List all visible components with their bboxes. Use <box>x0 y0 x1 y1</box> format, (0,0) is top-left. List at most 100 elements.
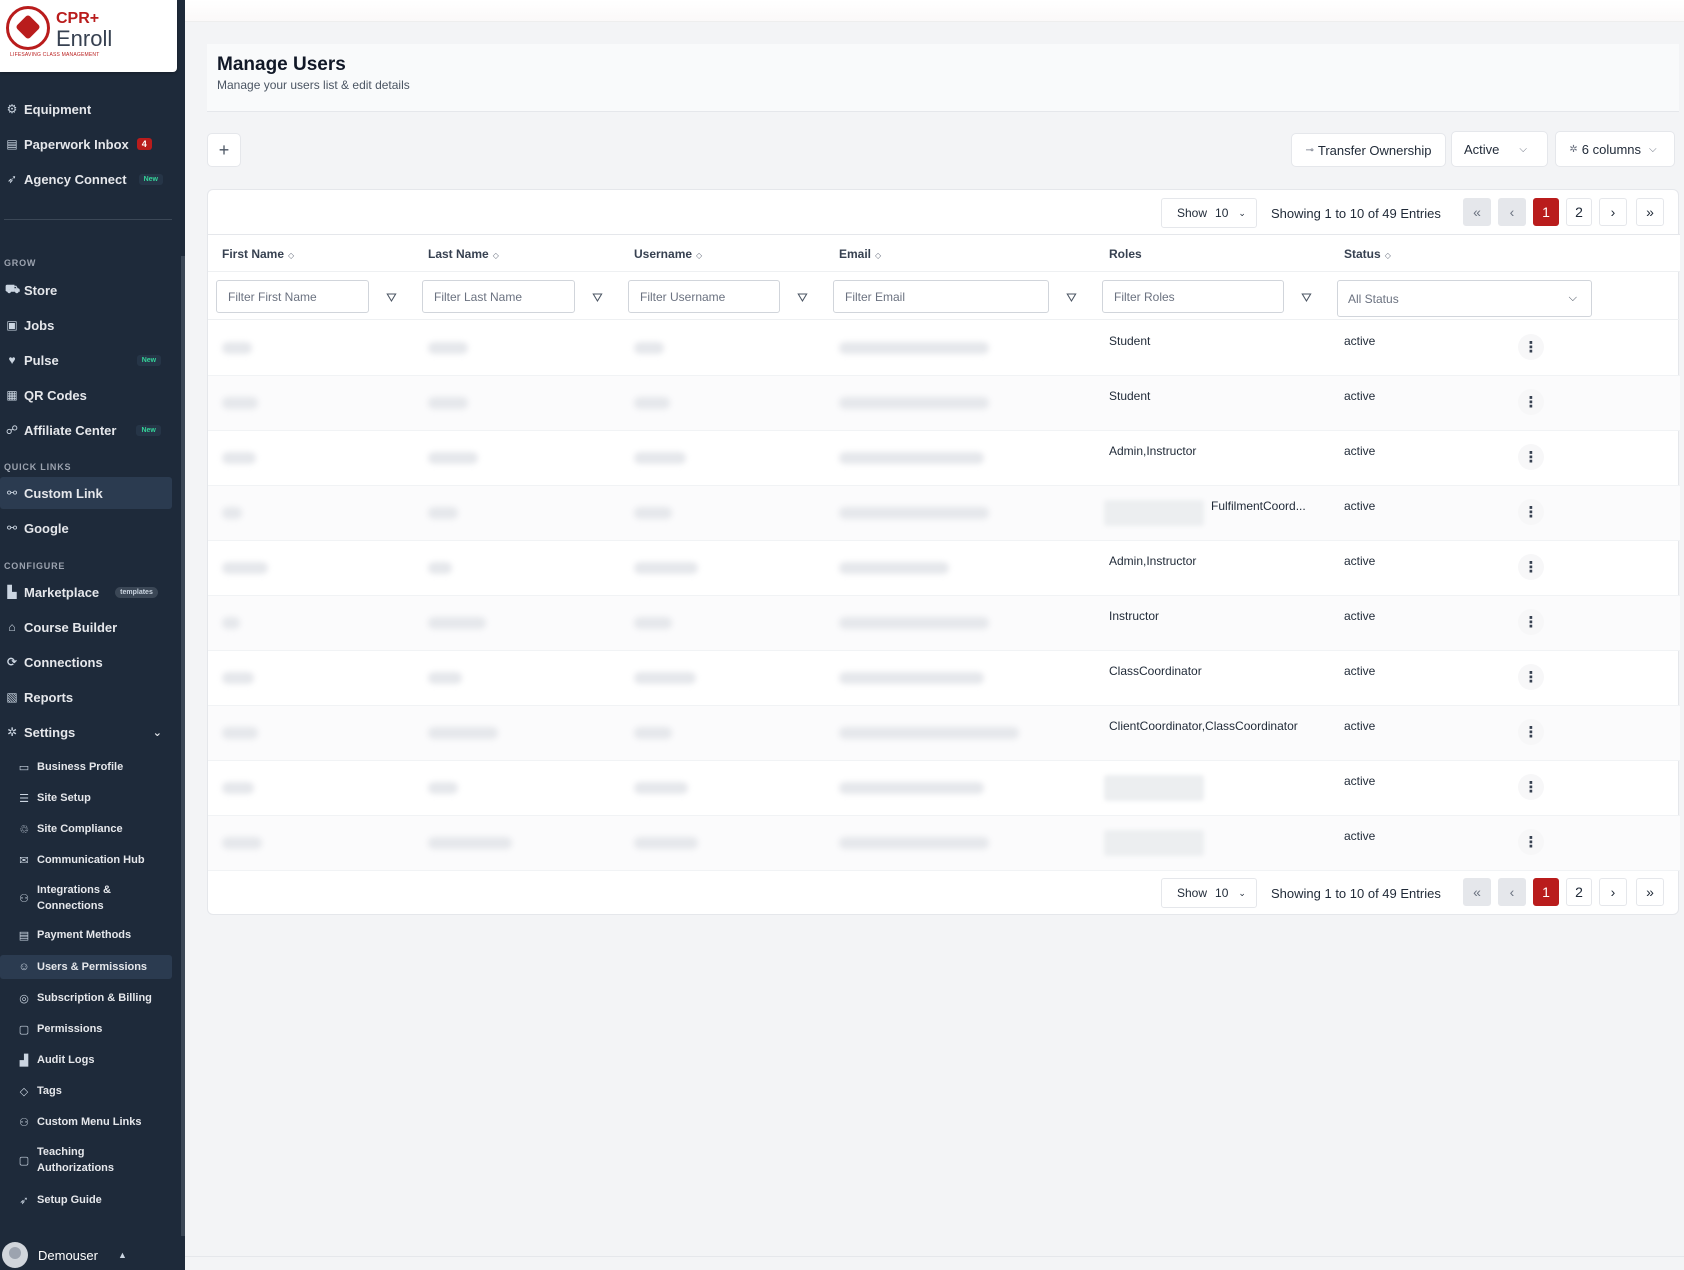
column-header-status[interactable]: Status ◇ <box>1344 247 1391 261</box>
filter-last-name-input[interactable]: Filter Last Name <box>422 280 575 313</box>
entries-summary: Showing 1 to 10 of 49 Entries <box>1271 886 1441 901</box>
page-1-button[interactable]: 1 <box>1533 878 1559 906</box>
sidebar-item-custom-link[interactable]: ⚯ Custom Link <box>0 477 172 509</box>
active-status-select[interactable]: Active ⌵ <box>1451 131 1548 167</box>
sidebar-item-label: Store <box>24 282 58 298</box>
row-actions-icon[interactable]: ⋮ <box>1518 609 1544 635</box>
table-row[interactable]: active ⋮ <box>208 761 1680 816</box>
sidebar-item-marketplace[interactable]: ▙ Marketplace templates <box>0 576 172 608</box>
table-row[interactable]: Student active ⋮ <box>208 321 1680 376</box>
settings-item-custom-menu-links[interactable]: ⚇ Custom Menu Links <box>0 1111 172 1133</box>
sidebar-item-equipment[interactable]: ⚙ Equipment <box>0 93 172 125</box>
table-row[interactable]: Admin,Instructor active ⋮ <box>208 541 1680 596</box>
page-2-button[interactable]: 2 <box>1566 198 1592 226</box>
filter-email-input[interactable]: Filter Email <box>833 280 1049 313</box>
filter-first-name-input[interactable]: Filter First Name <box>216 280 369 313</box>
sidebar-item-google[interactable]: ⚯ Google <box>0 512 172 544</box>
settings-item-teaching-authorizations[interactable]: ▢ Teaching Authorizations <box>0 1142 172 1178</box>
settings-item-tags[interactable]: ◇ Tags <box>0 1080 172 1102</box>
table-row[interactable]: Instructor active ⋮ <box>208 596 1680 651</box>
prev-page-button[interactable]: ‹ <box>1498 198 1526 226</box>
page-2-button[interactable]: 2 <box>1566 878 1592 906</box>
user-menu[interactable]: Demouser ▲ <box>0 1240 185 1270</box>
settings-item-integrations[interactable]: ⚇ Integrations & Connections <box>0 880 172 916</box>
row-actions-icon[interactable]: ⋮ <box>1518 444 1544 470</box>
filter-username-input[interactable]: Filter Username <box>628 280 780 313</box>
filter-icon[interactable]: ⛛ <box>592 290 603 306</box>
sidebar-item-store[interactable]: ⛟ Store <box>0 274 172 306</box>
column-header-username[interactable]: Username ◇ <box>634 247 702 261</box>
redacted-cell <box>428 342 468 354</box>
filter-icon[interactable]: ⛛ <box>386 290 397 306</box>
filter-icon[interactable]: ⛛ <box>797 290 808 306</box>
sidebar-item-connections[interactable]: ⟳ Connections <box>0 646 172 678</box>
key-icon: ⊸ <box>1305 144 1314 156</box>
filter-icon[interactable]: ⛛ <box>1066 290 1077 306</box>
table-row[interactable]: Admin,Instructor active ⋮ <box>208 431 1680 486</box>
next-page-button[interactable]: › <box>1599 198 1627 226</box>
add-user-button[interactable]: + <box>207 133 241 167</box>
table-row[interactable]: ClientCoordinator,ClassCoordinator activ… <box>208 706 1680 761</box>
row-actions-icon[interactable]: ⋮ <box>1518 389 1544 415</box>
redacted-cell <box>428 397 468 409</box>
redacted-cell <box>428 617 486 629</box>
columns-toggle-button[interactable]: ✲ 6 columns ⌵ <box>1555 131 1675 167</box>
settings-item-setup-guide[interactable]: ➶ Setup Guide <box>0 1189 172 1211</box>
brand-logo[interactable]: CPR+ Enroll LIFESAVING CLASS MANAGEMENT <box>0 0 177 72</box>
page-1-button[interactable]: 1 <box>1533 198 1559 226</box>
table-row[interactable]: active ⋮ <box>208 816 1680 871</box>
row-actions-icon[interactable]: ⋮ <box>1518 664 1544 690</box>
first-page-button[interactable]: « <box>1463 198 1491 226</box>
next-page-button[interactable]: › <box>1599 878 1627 906</box>
last-page-button[interactable]: » <box>1636 878 1664 906</box>
settings-item-audit-logs[interactable]: ▟ Audit Logs <box>0 1049 172 1071</box>
filter-icon[interactable]: ⛛ <box>1301 290 1312 306</box>
shop-icon: ▙ <box>7 585 17 599</box>
sidebar-item-settings[interactable]: ✲ Settings ⌄ <box>0 716 172 748</box>
settings-item-site-setup[interactable]: ☰ Site Setup <box>0 787 172 809</box>
table-row[interactable]: Student active ⋮ <box>208 376 1680 431</box>
redacted-cell <box>1104 500 1204 526</box>
status-cell: active <box>1344 609 1376 623</box>
row-actions-icon[interactable]: ⋮ <box>1518 499 1544 525</box>
first-page-button[interactable]: « <box>1463 878 1491 906</box>
sidebar-item-paperwork-inbox[interactable]: ▤ Paperwork Inbox 4 <box>0 128 172 160</box>
chevron-down-icon: ⌄ <box>1238 887 1246 898</box>
settings-item-subscription-billing[interactable]: ◎ Subscription & Billing <box>0 987 172 1009</box>
user-icon: ☺ <box>18 961 30 973</box>
table-row[interactable]: ClassCoordinator active ⋮ <box>208 651 1680 706</box>
settings-item-communication-hub[interactable]: ✉ Communication Hub <box>0 849 172 871</box>
page-size-select[interactable]: Show 10 ⌄ <box>1161 878 1257 908</box>
filter-roles-input[interactable]: Filter Roles <box>1102 280 1284 313</box>
settings-item-permissions[interactable]: ▢ Permissions <box>0 1018 172 1040</box>
row-actions-icon[interactable]: ⋮ <box>1518 719 1544 745</box>
column-header-last-name[interactable]: Last Name ◇ <box>428 247 499 261</box>
column-header-email[interactable]: Email ◇ <box>839 247 881 261</box>
column-header-first-name[interactable]: First Name ◇ <box>222 247 294 261</box>
settings-item-site-compliance[interactable]: ♲ Site Compliance <box>0 818 172 840</box>
sidebar-item-jobs[interactable]: ▣ Jobs <box>0 309 172 341</box>
row-actions-icon[interactable]: ⋮ <box>1518 554 1544 580</box>
settings-item-business-profile[interactable]: ▭ Business Profile <box>0 756 172 778</box>
row-actions-icon[interactable]: ⋮ <box>1518 774 1544 800</box>
settings-item-payment-methods[interactable]: ▤ Payment Methods <box>0 924 172 946</box>
table-row[interactable]: FulfilmentCoord... active ⋮ <box>208 486 1680 541</box>
sidebar-item-reports[interactable]: ▧ Reports <box>0 681 172 713</box>
sidebar-item-affiliate-center[interactable]: ☍ Affiliate Center New <box>0 414 172 446</box>
settings-item-users-permissions[interactable]: ☺ Users & Permissions <box>0 955 172 979</box>
sidebar-item-qr-codes[interactable]: ▦ QR Codes <box>0 379 172 411</box>
redacted-cell <box>222 452 256 464</box>
sidebar-item-course-builder[interactable]: ⌂ Course Builder <box>0 611 172 643</box>
page-size-select[interactable]: Show 10 ⌄ <box>1161 198 1257 228</box>
sidebar-item-pulse[interactable]: ♥ Pulse New <box>0 344 172 376</box>
row-actions-icon[interactable]: ⋮ <box>1518 334 1544 360</box>
last-page-button[interactable]: » <box>1636 198 1664 226</box>
prev-page-button[interactable]: ‹ <box>1498 878 1526 906</box>
redacted-cell <box>839 617 989 629</box>
sidebar-item-agency-connect[interactable]: ➶ Agency Connect New <box>0 163 172 195</box>
transfer-ownership-button[interactable]: ⊸ Transfer Ownership <box>1291 133 1446 167</box>
row-actions-icon[interactable]: ⋮ <box>1518 829 1544 855</box>
filter-status-select[interactable]: All Status ⌵ <box>1337 280 1592 317</box>
graduation-cap-icon: ⌂ <box>8 620 16 634</box>
redacted-cell <box>1104 775 1204 801</box>
